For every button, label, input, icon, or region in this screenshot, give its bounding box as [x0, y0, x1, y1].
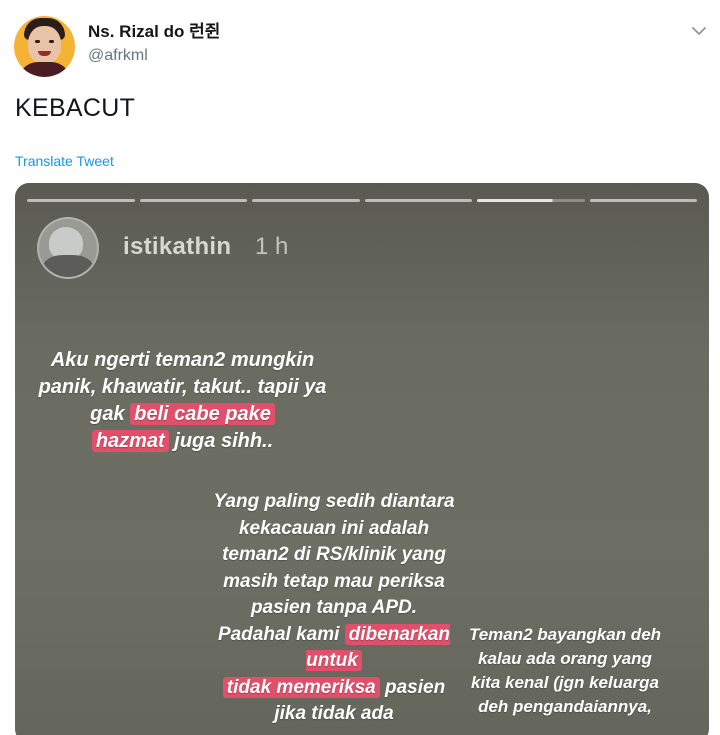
avatar[interactable]: [14, 16, 75, 77]
progress-segment: [589, 199, 697, 202]
story-caption-2: Yang paling sedih diantara kekacauan ini…: [213, 489, 455, 728]
progress-segment-current: [477, 199, 585, 202]
avatar-eye: [49, 40, 54, 43]
caption-highlight: beli cabe pake: [130, 403, 275, 425]
avatar-shirt: [18, 62, 71, 77]
avatar-eye: [35, 40, 40, 43]
caption-highlight: tidak memeriksa: [222, 676, 380, 698]
avatar-face: [28, 26, 61, 64]
caption-highlight: hazmat: [91, 430, 169, 452]
author-info: Ns. Rizal do 런쥔 @afrkml: [88, 21, 220, 66]
progress-segment: [364, 199, 472, 202]
caption-text: juga sihh..: [168, 430, 274, 452]
story-time: 1 h: [255, 233, 289, 260]
tweet-text: KEBACUT: [15, 94, 136, 122]
story-progress-bar: [27, 199, 697, 203]
progress-segment: [252, 199, 360, 202]
progress-segment: [139, 199, 247, 202]
caption-text: Yang paling sedih diantara kekacauan ini…: [213, 491, 455, 645]
story-username: istikathin: [123, 233, 232, 260]
story-avatar: [37, 217, 99, 279]
translate-tweet-link[interactable]: Translate Tweet: [15, 152, 114, 170]
chevron-down-icon[interactable]: [690, 24, 708, 38]
tweet-media-image[interactable]: istikathin 1 h Aku ngerti teman2 mungkin…: [15, 183, 709, 735]
story-avatar-body: [43, 255, 93, 277]
tweet-card: Ns. Rizal do 런쥔 @afrkml KEBACUT Translat…: [0, 0, 720, 735]
story-caption-3: Teman2 bayangkan deh kalau ada orang yan…: [468, 625, 662, 716]
progress-segment: [27, 199, 135, 202]
story-caption-1: Aku ngerti teman2 mungkin panik, khawati…: [35, 347, 330, 455]
display-name[interactable]: Ns. Rizal do 런쥔: [88, 21, 220, 43]
user-handle[interactable]: @afrkml: [88, 46, 220, 66]
